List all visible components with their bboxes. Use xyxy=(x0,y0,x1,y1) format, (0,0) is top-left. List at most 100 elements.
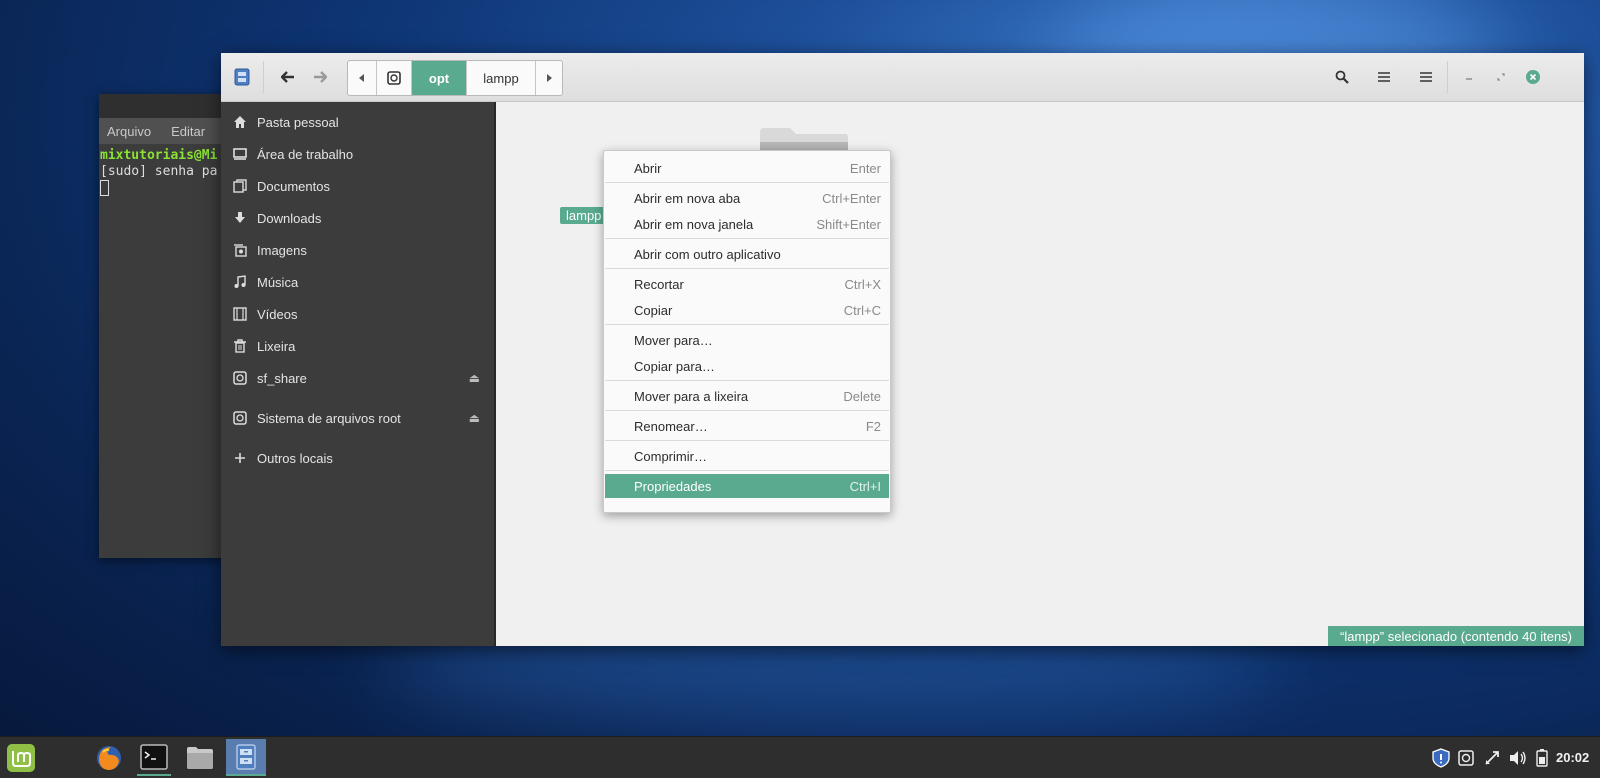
sidebar-item-music[interactable]: Música xyxy=(221,268,494,296)
menu-separator xyxy=(605,268,889,269)
places-sidebar[interactable]: Pasta pessoal Área de trabalho Documento… xyxy=(221,102,496,646)
linux-mint-logo-icon xyxy=(7,743,35,772)
sidebar-item-root-filesystem[interactable]: Sistema de arquivos root ⏏ xyxy=(221,404,494,432)
taskbar-terminal[interactable] xyxy=(137,739,171,776)
arrow-right-icon xyxy=(314,71,327,83)
chevron-right-icon xyxy=(547,74,552,82)
header-bar[interactable]: opt lampp xyxy=(221,53,1584,102)
plus-icon xyxy=(232,450,248,466)
home-icon xyxy=(232,114,248,130)
sidebar-item-other-locations[interactable]: Outros locais xyxy=(221,444,494,472)
sidebar-item-label: Imagens xyxy=(257,242,307,258)
sidebar-item-trash[interactable]: Lixeira xyxy=(221,332,494,360)
sidebar-item-home[interactable]: Pasta pessoal xyxy=(221,108,494,136)
pictures-icon xyxy=(232,242,248,258)
taskbar-firefox[interactable] xyxy=(92,739,126,776)
path-segment-lampp[interactable]: lampp xyxy=(467,61,536,95)
clock[interactable]: 20:02 xyxy=(1556,737,1589,778)
menu-item-label: Propriedades xyxy=(634,478,712,494)
path-segment-opt[interactable]: opt xyxy=(412,61,467,95)
chevron-left-icon xyxy=(359,74,364,82)
start-menu-button[interactable] xyxy=(4,739,38,776)
menu-item-copy[interactable]: Copiar Ctrl+C xyxy=(605,298,889,322)
hamburger-icon xyxy=(1420,72,1432,82)
network-icon[interactable] xyxy=(1481,737,1503,778)
menu-item-label: Abrir em nova janela xyxy=(634,216,754,232)
sidebar-item-documents[interactable]: Documentos xyxy=(221,172,494,200)
sidebar-item-videos[interactable]: Vídeos xyxy=(221,300,494,328)
terminal-menu-arquivo[interactable]: Arquivo xyxy=(107,124,151,139)
menu-separator xyxy=(605,182,889,183)
shield-icon[interactable] xyxy=(1430,737,1452,778)
terminal-menu-editar[interactable]: Editar xyxy=(171,124,205,139)
menu-item-shortcut: Enter xyxy=(849,160,881,176)
path-scroll-right-button[interactable] xyxy=(536,61,562,95)
menu-item-shortcut: Ctrl+Enter xyxy=(822,190,881,206)
taskbar-files[interactable] xyxy=(183,739,217,776)
terminal-titlebar[interactable] xyxy=(99,94,239,118)
menu-item-move-to-trash[interactable]: Mover para a lixeira Delete xyxy=(605,384,889,408)
menu-item-shortcut: Ctrl+C xyxy=(843,302,881,318)
file-manager-app-icon xyxy=(229,61,255,93)
menu-item-label: Abrir em nova aba xyxy=(634,190,741,206)
sidebar-item-pictures[interactable]: Imagens xyxy=(221,236,494,264)
menu-item-move-to[interactable]: Mover para… xyxy=(605,328,889,352)
taskbar-file-manager-active[interactable] xyxy=(226,739,266,776)
file-cabinet-icon xyxy=(236,743,256,770)
close-icon xyxy=(1526,70,1540,84)
menu-item-copy-to[interactable]: Copiar para… xyxy=(605,354,889,378)
menu-item-label: Abrir xyxy=(634,160,662,176)
close-button[interactable] xyxy=(1519,61,1547,93)
menu-item-compress[interactable]: Comprimir… xyxy=(605,444,889,468)
menu-item-label: Copiar para… xyxy=(634,358,715,374)
context-menu[interactable]: Abrir Enter Abrir em nova aba Ctrl+Enter A… xyxy=(603,150,891,513)
minimize-button[interactable] xyxy=(1455,61,1483,93)
menu-item-label: Mover para… xyxy=(634,332,713,348)
menu-item-open-with[interactable]: Abrir com outro aplicativo xyxy=(605,242,889,266)
path-scroll-left-button[interactable] xyxy=(348,61,377,95)
download-icon xyxy=(232,210,248,226)
sidebar-item-label: Vídeos xyxy=(257,306,298,322)
maximize-button[interactable] xyxy=(1487,61,1515,93)
view-options-button[interactable] xyxy=(1369,61,1399,93)
folder-icon xyxy=(187,746,213,769)
sidebar-item-label: Pasta pessoal xyxy=(257,114,339,130)
drive-icon[interactable] xyxy=(1455,737,1477,778)
sidebar-item-desktop[interactable]: Área de trabalho xyxy=(221,140,494,168)
sidebar-item-label: Outros locais xyxy=(257,450,333,466)
menu-item-cut[interactable]: Recortar Ctrl+X xyxy=(605,272,889,296)
terminal-menubar: Arquivo Editar xyxy=(99,118,239,144)
sidebar-item-label: sf_share xyxy=(257,370,307,386)
path-bar[interactable]: opt lampp xyxy=(347,60,563,96)
status-bar: “lampp” selecionado (contendo 40 itens) xyxy=(1328,626,1584,646)
sidebar-item-label: Música xyxy=(257,274,299,290)
forward-button[interactable] xyxy=(305,61,335,93)
search-button[interactable] xyxy=(1327,61,1357,93)
sidebar-item-label: Área de trabalho xyxy=(257,146,354,162)
menu-item-open-new-tab[interactable]: Abrir em nova aba Ctrl+Enter xyxy=(605,186,889,210)
main-menu-button[interactable] xyxy=(1411,61,1441,93)
menu-item-open-new-window[interactable]: Abrir em nova janela Shift+Enter xyxy=(605,212,889,236)
eject-icon[interactable]: ⏏ xyxy=(469,371,480,385)
menu-item-rename[interactable]: Renomear… F2 xyxy=(605,414,889,438)
eject-icon[interactable]: ⏏ xyxy=(469,411,480,425)
sidebar-item-sf-share[interactable]: sf_share ⏏ xyxy=(221,364,494,392)
menu-item-open[interactable]: Abrir Enter xyxy=(605,156,889,180)
menu-separator xyxy=(605,440,889,441)
file-manager-window[interactable]: opt lampp Pasta pessoal Área de trabalho… xyxy=(221,53,1584,646)
menu-item-shortcut: Ctrl+X xyxy=(844,276,881,292)
menu-item-properties[interactable]: Propriedades Ctrl+I xyxy=(605,474,889,498)
terminal-output[interactable]: mixtutoriais@Mi [sudo] senha pa xyxy=(99,144,239,197)
back-button[interactable] xyxy=(273,61,303,93)
path-root-button[interactable] xyxy=(377,61,412,95)
terminal-window[interactable]: Arquivo Editar mixtutoriais@Mi [sudo] se… xyxy=(99,94,239,558)
sidebar-item-downloads[interactable]: Downloads xyxy=(221,204,494,232)
menu-separator xyxy=(605,410,889,411)
sidebar-item-label: Sistema de arquivos root xyxy=(257,410,401,426)
menu-item-shortcut: Shift+Enter xyxy=(816,216,881,232)
terminal-cursor xyxy=(100,180,109,196)
folder-label[interactable]: lampp xyxy=(560,207,608,224)
volume-icon[interactable] xyxy=(1507,737,1529,778)
minimize-icon xyxy=(1466,78,1472,80)
battery-icon[interactable] xyxy=(1531,737,1553,778)
